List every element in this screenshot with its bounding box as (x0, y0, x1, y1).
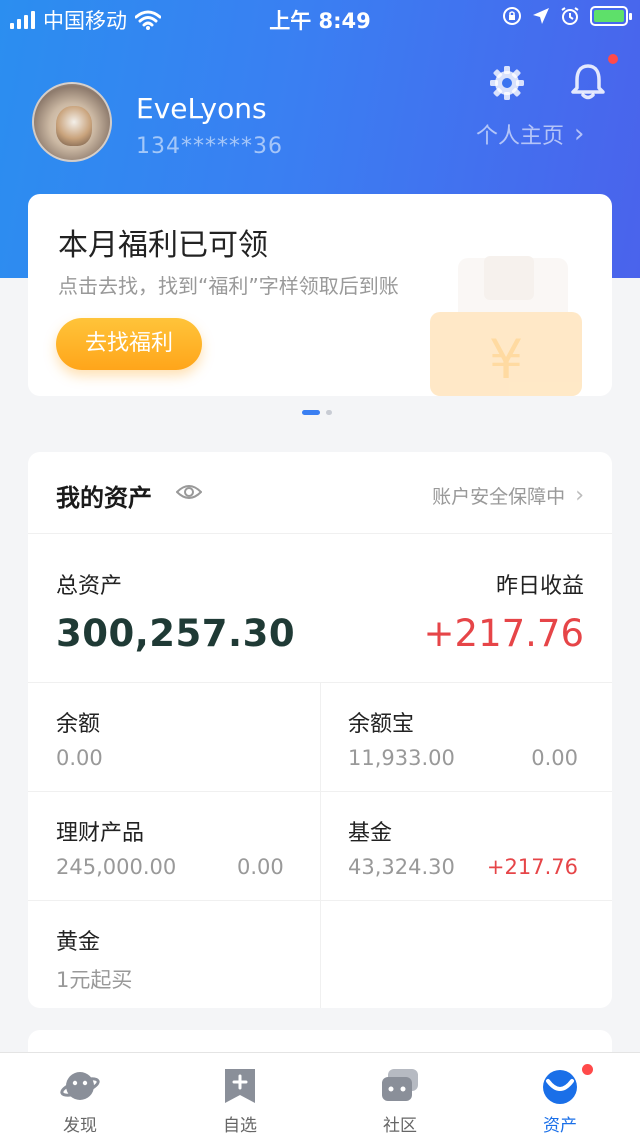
welfare-banner[interactable]: 本月福利已可领 点击去找，找到“福利”字样领取后到账 去找福利 ¥ (28, 194, 612, 396)
tab-label: 发现 (63, 1116, 97, 1136)
asset-item-label: 黄金 (56, 930, 101, 955)
assets-header: 我的资产 账户安全保障中 › (28, 452, 612, 534)
notification-badge (608, 54, 618, 64)
tab-watchlist[interactable]: 自选 (160, 1053, 320, 1138)
asset-item-income: 0.00 (531, 746, 578, 770)
avatar[interactable] (32, 82, 112, 162)
svg-text:¥: ¥ (489, 328, 523, 391)
tab-label: 资产 (543, 1116, 577, 1136)
asset-item-amount: 1元起买 (56, 968, 133, 992)
bottom-tab-bar: 发现 自选 社区 资产 (0, 1052, 640, 1138)
chevron-right-icon: › (575, 483, 584, 508)
asset-item-label: 余额 (56, 712, 101, 737)
my-assets-card: 我的资产 账户安全保障中 › 总资产 300,257.30 昨日收益 +217.… (28, 452, 612, 1008)
chat-bubbles-icon (382, 1069, 418, 1101)
profile-link-label: 个人主页 (476, 124, 565, 149)
orientation-lock-icon (503, 7, 521, 25)
asset-item-amount: 245,000.00 (56, 855, 177, 879)
tab-discover[interactable]: 发现 (0, 1053, 160, 1138)
asset-item-amount: 43,324.30 (348, 855, 455, 879)
divider (320, 682, 321, 1008)
battery-icon (590, 6, 632, 26)
total-assets-value[interactable]: 300,257.30 (56, 612, 295, 655)
chevron-right-icon: › (574, 119, 585, 149)
gear-icon[interactable] (488, 64, 526, 102)
eye-icon[interactable] (176, 482, 202, 502)
welfare-subtitle: 点击去找，找到“福利”字样领取后到账 (58, 274, 399, 298)
asset-item-income: 0.00 (237, 855, 284, 879)
assets-title: 我的资产 (56, 484, 152, 512)
bell-icon[interactable] (568, 62, 608, 102)
tab-label: 社区 (383, 1116, 417, 1136)
total-assets-label: 总资产 (56, 574, 123, 599)
welfare-title: 本月福利已可领 (58, 228, 268, 263)
carousel-indicator (302, 410, 332, 415)
yesterday-income-value[interactable]: +217.76 (424, 612, 584, 655)
tab-community[interactable]: 社区 (320, 1053, 480, 1138)
tab-label: 自选 (223, 1116, 257, 1136)
yesterday-income-label: 昨日收益 (495, 574, 584, 599)
red-envelope-icon: ¥ (430, 256, 582, 396)
phone-number: 134******36 (136, 134, 283, 159)
planet-icon (60, 1072, 100, 1100)
assets-tab-badge (582, 1064, 593, 1075)
bookmark-plus-icon (225, 1069, 255, 1103)
asset-item-income: +217.76 (486, 855, 578, 879)
asset-item-label: 余额宝 (348, 712, 415, 737)
account-safety-link[interactable]: 账户安全保障中 › (432, 482, 584, 509)
asset-item-label: 理财产品 (56, 821, 145, 846)
asset-item-amount: 11,933.00 (348, 746, 455, 770)
location-icon (533, 8, 549, 24)
asset-item-amount: 0.00 (56, 746, 103, 770)
assets-check-icon (543, 1070, 577, 1104)
asset-item-label: 基金 (348, 821, 393, 846)
alarm-icon (561, 7, 579, 25)
status-bar: 中国移动 上午 8:49 (0, 0, 640, 36)
profile-link[interactable]: 个人主页 › (476, 118, 584, 150)
username: EveLyons (136, 92, 267, 125)
find-welfare-button[interactable]: 去找福利 (56, 318, 202, 370)
tab-assets[interactable]: 资产 (480, 1053, 640, 1138)
account-safety-text: 账户安全保障中 (432, 486, 566, 508)
